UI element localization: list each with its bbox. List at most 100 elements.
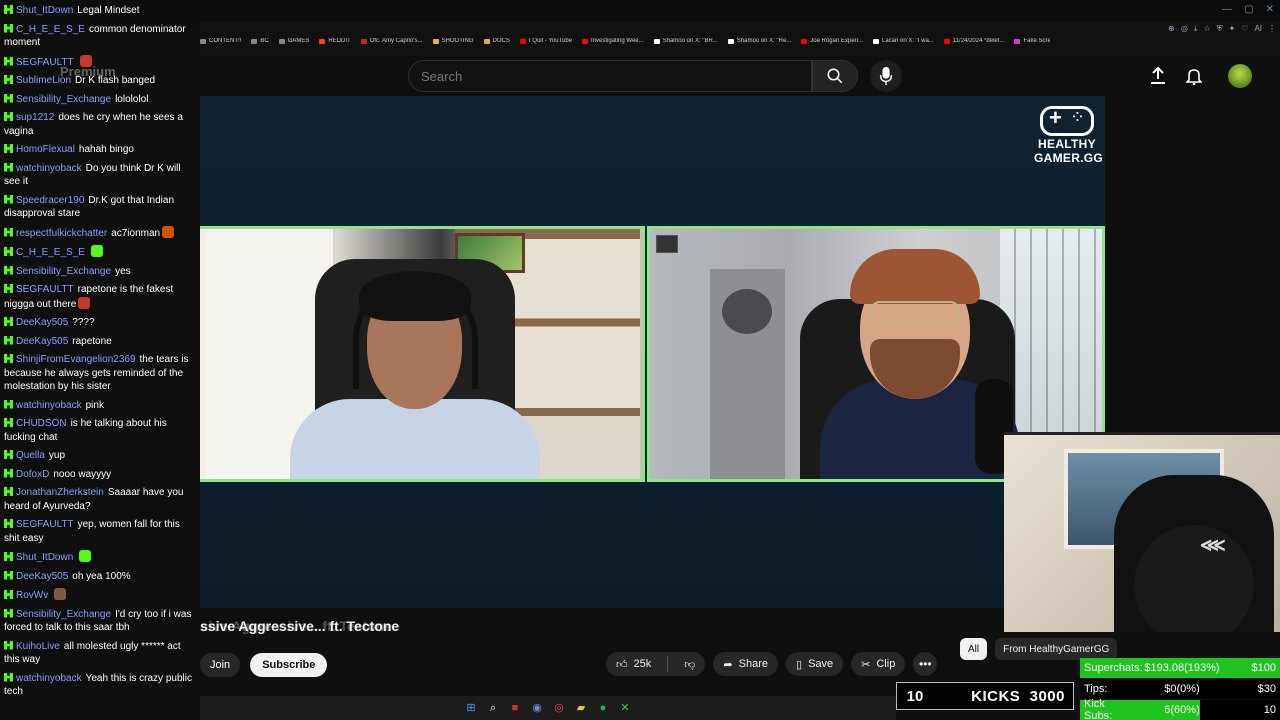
chat-message: C_H_E_E_S_E (4, 245, 196, 260)
bookmark-item[interactable]: Shamoo on X: "Re... (727, 38, 791, 44)
chat-message: DeeKay505 oh yea 100% (4, 570, 196, 584)
bookmark-item[interactable]: CONTENT!! (200, 38, 241, 44)
chat-username[interactable]: watchinyoback (16, 400, 82, 411)
chat-username[interactable]: C_H_E_E_S_E (16, 247, 85, 258)
chat-message: DeeKay505 rapetone (4, 335, 196, 349)
heart-icon[interactable]: ♡ (1241, 24, 1248, 34)
bookmark-item[interactable]: Ofc. Amy Caprio's... (360, 38, 423, 44)
start-icon[interactable]: ⊞ (465, 702, 477, 714)
chat-username[interactable]: DeeKay505 (16, 317, 68, 328)
bookmark-item[interactable]: DOCS (483, 38, 510, 44)
chrome-icon[interactable]: ◎ (553, 702, 565, 714)
bookmark-item[interactable]: REDDIT (319, 38, 351, 44)
kick-badge-icon (4, 672, 13, 682)
bookmark-item[interactable]: GAMES (278, 38, 309, 44)
bookmark-item[interactable]: Shamoo on X: "BR... (653, 38, 718, 44)
chat-username[interactable]: DeeKay505 (16, 336, 68, 347)
video-player[interactable]: HEALTHY GAMER.GG (200, 96, 1105, 608)
goal-target: 10 (1263, 704, 1276, 716)
save-button[interactable]: ▯ Save (786, 652, 844, 676)
voice-search-button[interactable] (870, 60, 902, 92)
close-icon[interactable]: ✕ (1266, 4, 1274, 15)
search-icon[interactable]: ⌕ (487, 702, 499, 714)
clip-button[interactable]: ✂ Clip (851, 652, 906, 676)
search-input[interactable] (421, 68, 811, 84)
chat-username[interactable]: C_H_E_E_S_E (16, 24, 85, 35)
chip-from-channel[interactable]: From HealthyGamerGG (995, 638, 1118, 660)
chat-username[interactable]: sup1212 (16, 112, 54, 123)
kick-badge-icon (4, 56, 13, 66)
share-button[interactable]: ➦ Share (713, 652, 778, 676)
folder-icon[interactable]: ▰ (575, 702, 587, 714)
taskbar: ⊞ ⌕ ■ ◉ ◎ ▰ ● ✕ (200, 696, 896, 720)
chat-username[interactable]: SEGFAULTT (16, 284, 74, 295)
bookmark-item[interactable]: Lacari on X: "I wa... (873, 38, 934, 44)
chat-username[interactable]: respectfulkickchatter (16, 228, 107, 239)
chat-username[interactable]: watchinyoback (16, 673, 82, 684)
chat-username[interactable]: Sensibility_Exchange (16, 94, 111, 105)
chat-username[interactable]: Sensibility_Exchange (16, 266, 111, 277)
chat-text: hahah bingo (78, 144, 134, 155)
chat-text: nooo wayyyy (53, 468, 112, 480)
chat-username[interactable]: ShinjiFromEvangelion2369 (16, 354, 136, 365)
zoom-icon[interactable]: ⊕ (1168, 24, 1175, 34)
discord-icon[interactable]: ◉ (531, 702, 543, 714)
like-button[interactable]: 👍︎ 25k (606, 652, 661, 676)
search-button[interactable] (812, 60, 858, 92)
notifications-button[interactable] (1184, 66, 1204, 86)
shield-icon[interactable]: ⛨ (1217, 24, 1223, 34)
bookmark-star-icon[interactable]: ☆ (1203, 24, 1210, 34)
emote-icon (90, 245, 103, 257)
avatar[interactable] (1228, 64, 1252, 88)
join-button[interactable]: Join (200, 653, 241, 677)
chat-username[interactable]: KuihoLive (16, 641, 60, 652)
spotify-icon[interactable]: ● (597, 702, 609, 714)
bookmark-item[interactable]: Fake Screenshots... (1014, 38, 1050, 44)
chat-username[interactable]: HomoFlexual (16, 144, 75, 155)
favicon-icon (943, 38, 950, 44)
bookmark-item[interactable]: Investigating Wee... (582, 38, 644, 44)
chat-username[interactable]: RovWv (16, 590, 48, 601)
chat-username[interactable]: SEGFAULTT (16, 519, 74, 530)
dislike-button[interactable]: 👎︎ (674, 652, 705, 676)
chat-username[interactable]: CHUDSON (16, 418, 67, 429)
bookmark-item[interactable]: 11/24/2024 *delet... (943, 38, 1004, 44)
bookmark-item[interactable]: BC (251, 38, 269, 44)
subscribe-button[interactable]: Subscribe (250, 653, 328, 677)
chat-username[interactable]: Sensibility_Exchange (16, 609, 111, 620)
chat-username[interactable]: Shut_ItDown (16, 552, 73, 563)
chat-username[interactable]: Shut_ItDown (16, 5, 73, 16)
more-actions-button[interactable]: ••• (913, 652, 938, 676)
chat-username[interactable]: watchinyoback (16, 163, 82, 174)
search-field[interactable] (408, 60, 812, 92)
share-label: Share (738, 658, 768, 670)
maximize-icon[interactable]: ▢ (1244, 4, 1253, 15)
chip-all[interactable]: All (960, 638, 988, 660)
app-icon[interactable]: ■ (509, 702, 521, 714)
chat-username[interactable]: JonathanZherkstein (16, 487, 104, 498)
bookmark-item[interactable]: SHOOTING (432, 38, 474, 44)
chat-text: pink (85, 399, 104, 411)
create-button[interactable] (1148, 66, 1168, 86)
chat-username[interactable]: Quella (16, 450, 45, 461)
extension-icon[interactable]: ◎ (1181, 24, 1188, 34)
menu-icon[interactable]: ⋮ (1268, 24, 1276, 34)
goal-target: $30 (1257, 683, 1276, 695)
chat-username[interactable]: DofoxD (16, 469, 49, 480)
minimize-icon[interactable]: — (1222, 4, 1232, 15)
chat-username[interactable]: Speedracer190 (16, 195, 84, 206)
favicon-icon (432, 38, 439, 44)
kick-badge-icon (4, 640, 13, 650)
xbox-icon[interactable]: ✕ (619, 702, 631, 714)
ai-icon[interactable]: AI (1254, 24, 1262, 34)
download-icon[interactable]: ⤓ (1194, 24, 1198, 34)
ghost-logo: Premium (60, 64, 116, 79)
bookmark-item[interactable]: Joe Rogan Experi... (801, 38, 863, 44)
save-label: Save (808, 658, 834, 670)
puzzle-icon[interactable]: ✦ (1229, 24, 1236, 34)
kick-badge-icon (4, 227, 13, 237)
kick-badge-icon (4, 194, 13, 204)
chat-text: rapetone (72, 335, 112, 347)
bookmark-item[interactable]: I Quit - YouTube (519, 38, 572, 44)
chat-username[interactable]: DeeKay505 (16, 571, 68, 582)
